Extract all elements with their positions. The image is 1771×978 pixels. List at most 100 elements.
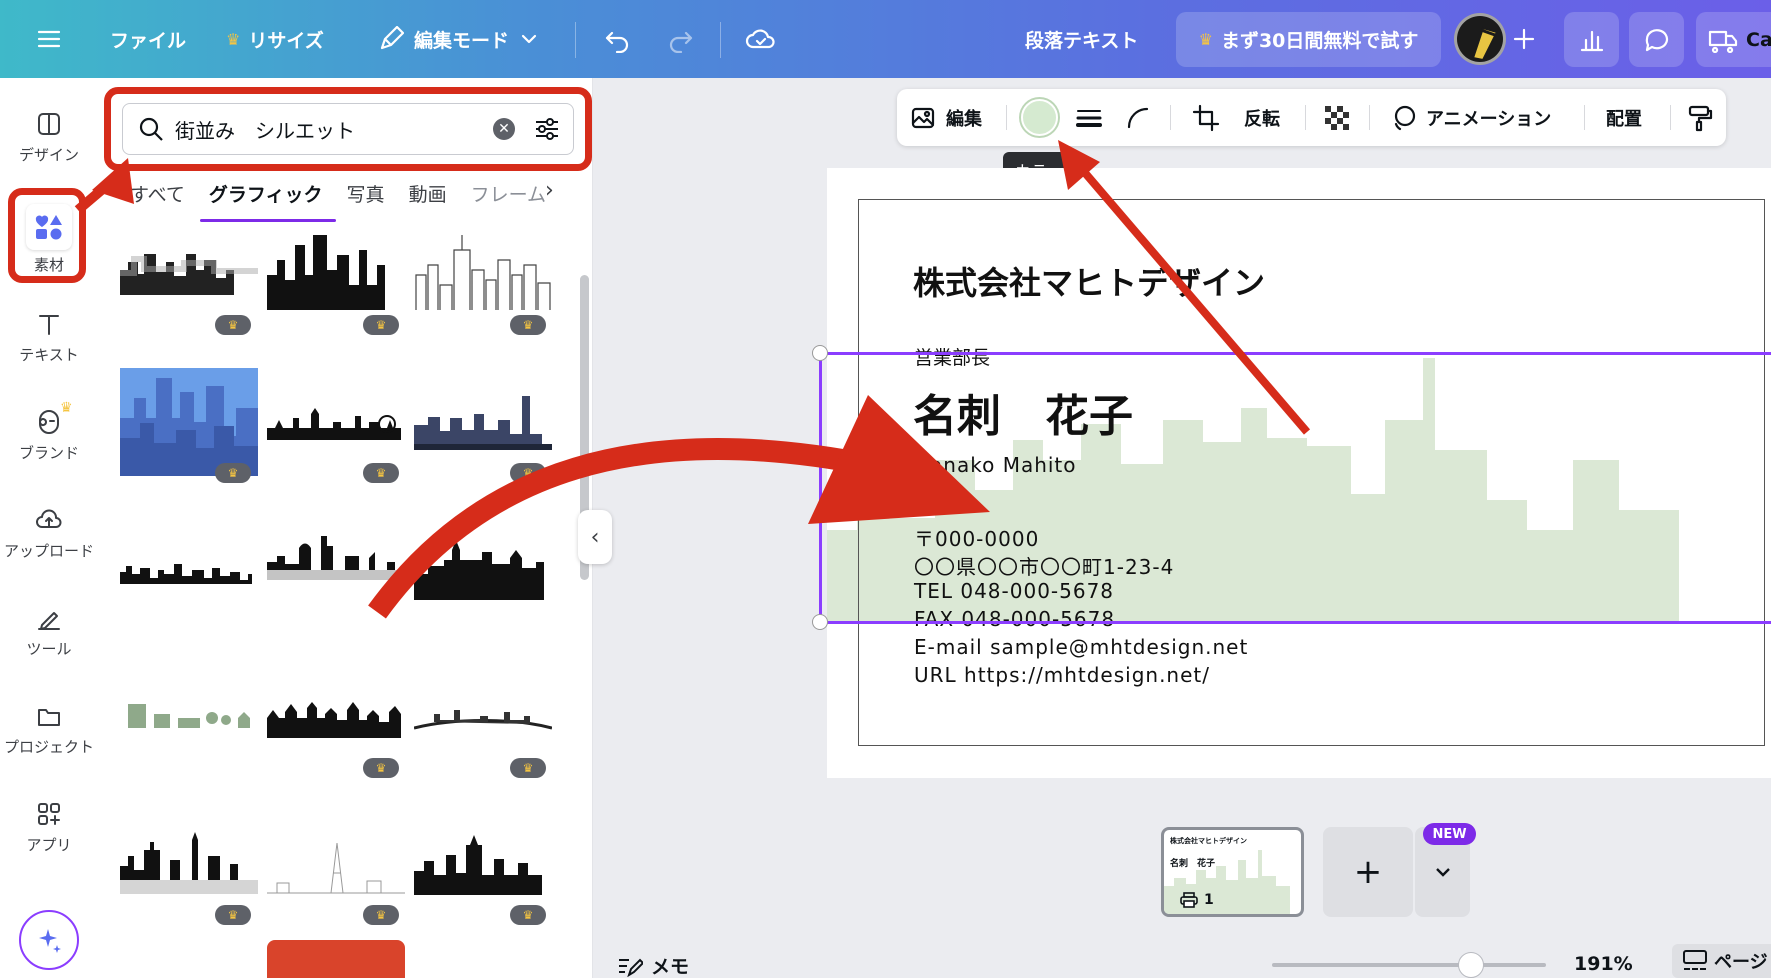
divider bbox=[1584, 105, 1585, 130]
graphic-thumbnail[interactable] bbox=[414, 835, 552, 895]
annotation-highlight-search bbox=[104, 87, 592, 171]
rail-item-brand[interactable]: ♛ ブランド bbox=[0, 400, 98, 463]
graphic-thumbnail[interactable] bbox=[120, 700, 258, 730]
crop-icon bbox=[1192, 104, 1220, 131]
file-menu[interactable]: ファイル bbox=[110, 0, 186, 78]
rail-item-design[interactable]: デザイン bbox=[0, 110, 98, 165]
free-trial-button[interactable]: ♛ まず30日間無料で試す bbox=[1176, 12, 1441, 67]
resize-button[interactable]: ♛ リサイズ bbox=[226, 0, 324, 78]
insights-button[interactable] bbox=[1564, 12, 1619, 67]
undo-icon bbox=[605, 31, 629, 53]
graphic-thumbnail[interactable] bbox=[413, 702, 553, 732]
transparency-icon bbox=[1325, 105, 1349, 130]
graphic-thumbnail[interactable] bbox=[120, 548, 258, 588]
redo-icon bbox=[669, 31, 693, 53]
graphic-thumbnail[interactable] bbox=[120, 368, 258, 476]
divider bbox=[1305, 105, 1306, 130]
company-name[interactable]: 株式会社マヒトデザイン bbox=[913, 258, 1265, 304]
redo-button[interactable] bbox=[667, 0, 695, 78]
divider bbox=[1670, 105, 1671, 130]
fax[interactable]: FAX 048-000-5678 bbox=[914, 607, 1115, 631]
tab-frames[interactable]: フレーム bbox=[471, 180, 546, 220]
magic-ai-button[interactable] bbox=[19, 910, 79, 970]
premium-badge: ♛ bbox=[363, 905, 399, 925]
graphic-thumbnail[interactable] bbox=[267, 400, 405, 440]
zoom-slider-knob[interactable] bbox=[1458, 952, 1484, 978]
edit-image-button[interactable]: 編集 bbox=[910, 89, 982, 146]
line-weight-icon bbox=[1076, 109, 1102, 127]
add-page-button[interactable]: + bbox=[1323, 827, 1413, 917]
graphic-thumbnail[interactable] bbox=[414, 390, 552, 450]
premium-badge: ♛ bbox=[510, 463, 546, 483]
transparency-button[interactable] bbox=[1323, 89, 1351, 146]
divider bbox=[1006, 105, 1007, 130]
position-button[interactable]: 配置 bbox=[1606, 89, 1642, 146]
copy-style-button[interactable] bbox=[1686, 89, 1714, 146]
postal-code[interactable]: 〒000-0000 bbox=[914, 523, 1039, 552]
line-weight-button[interactable] bbox=[1075, 89, 1103, 146]
pages-view-button[interactable]: ページ bbox=[1672, 944, 1771, 978]
premium-badge: ♛ bbox=[510, 758, 546, 778]
premium-badge: ♛ bbox=[510, 905, 546, 925]
selection-border bbox=[820, 352, 1771, 355]
job-title[interactable]: 営業部長 bbox=[914, 343, 990, 370]
tab-underline bbox=[200, 219, 336, 222]
person-name[interactable]: 名刺 花子 bbox=[913, 380, 1133, 444]
graphic-thumbnail[interactable] bbox=[120, 225, 258, 325]
person-name-english[interactable]: Hanako Mahito bbox=[914, 453, 1077, 477]
cloud-save-button[interactable] bbox=[745, 0, 777, 78]
zoom-slider-track[interactable] bbox=[1272, 963, 1546, 967]
notes-button[interactable]: メモ bbox=[617, 952, 689, 978]
rail-item-text[interactable]: テキスト bbox=[0, 310, 98, 365]
flip-button[interactable]: 反転 bbox=[1244, 89, 1280, 146]
undo-button[interactable] bbox=[603, 0, 631, 78]
sparkle-icon bbox=[39, 929, 61, 953]
tabs-next-icon[interactable]: › bbox=[545, 178, 565, 208]
graphic-thumbnail[interactable] bbox=[267, 940, 405, 978]
graphic-thumbnail[interactable] bbox=[414, 540, 552, 600]
comments-button[interactable] bbox=[1629, 12, 1684, 67]
menu-icon[interactable] bbox=[36, 0, 62, 78]
rail-item-apps[interactable]: アプリ bbox=[0, 800, 98, 855]
corner-button[interactable] bbox=[1125, 89, 1151, 146]
premium-badge: ♛ bbox=[215, 905, 251, 925]
animate-button[interactable]: アニメーション bbox=[1390, 89, 1551, 146]
cloud-check-icon bbox=[745, 29, 775, 49]
add-collaborator-button[interactable] bbox=[1512, 0, 1536, 78]
graphic-thumbnail[interactable] bbox=[120, 830, 258, 900]
rail-item-projects[interactable]: プロジェクト bbox=[0, 702, 98, 757]
avatar[interactable] bbox=[1454, 13, 1506, 65]
rail-item-tools[interactable]: ツール bbox=[0, 604, 98, 659]
design-icon bbox=[38, 113, 60, 135]
plus-icon: + bbox=[1353, 852, 1383, 892]
paint-roller-icon bbox=[1688, 105, 1713, 131]
phone[interactable]: TEL 048-000-5678 bbox=[914, 579, 1114, 603]
collapse-panel-button[interactable]: ‹ bbox=[578, 510, 612, 564]
share-button[interactable]: Ca bbox=[1696, 12, 1771, 67]
chevron-down-icon bbox=[1435, 868, 1450, 877]
edit-mode-dropdown[interactable]: 編集モード bbox=[378, 0, 539, 78]
address[interactable]: 〇〇県〇〇市〇〇町1-23-4 bbox=[914, 551, 1174, 580]
tab-videos[interactable]: 動画 bbox=[409, 180, 447, 220]
tab-graphics[interactable]: グラフィック bbox=[209, 180, 323, 220]
graphic-thumbnail[interactable] bbox=[267, 698, 405, 738]
category-tabs: すべて グラフィック 写真 動画 フレーム bbox=[130, 180, 570, 220]
crown-icon: ♛ bbox=[226, 29, 241, 49]
tab-all[interactable]: すべて bbox=[130, 180, 185, 220]
color-swatch-button[interactable] bbox=[1021, 99, 1058, 136]
resize-handle[interactable] bbox=[812, 614, 828, 630]
website[interactable]: URL https://mhtdesign.net/ bbox=[914, 663, 1210, 687]
folder-icon bbox=[38, 709, 60, 726]
pencil-icon bbox=[380, 26, 404, 50]
page-thumbnail[interactable]: 株式会社マヒトデザイン 名刺 花子 1 bbox=[1161, 827, 1304, 917]
crop-button[interactable] bbox=[1192, 89, 1220, 146]
resize-handle[interactable] bbox=[812, 345, 828, 361]
email[interactable]: E-mail sample@mhtdesign.net bbox=[914, 635, 1248, 659]
graphic-thumbnail[interactable] bbox=[267, 528, 405, 588]
brand-icon bbox=[39, 410, 59, 434]
tab-photos[interactable]: 写真 bbox=[347, 180, 385, 220]
zoom-level[interactable]: 191% bbox=[1574, 953, 1633, 975]
premium-badge: ♛ bbox=[215, 463, 251, 483]
graphic-thumbnail[interactable] bbox=[267, 835, 405, 895]
rail-item-upload[interactable]: アップロード bbox=[0, 506, 98, 561]
